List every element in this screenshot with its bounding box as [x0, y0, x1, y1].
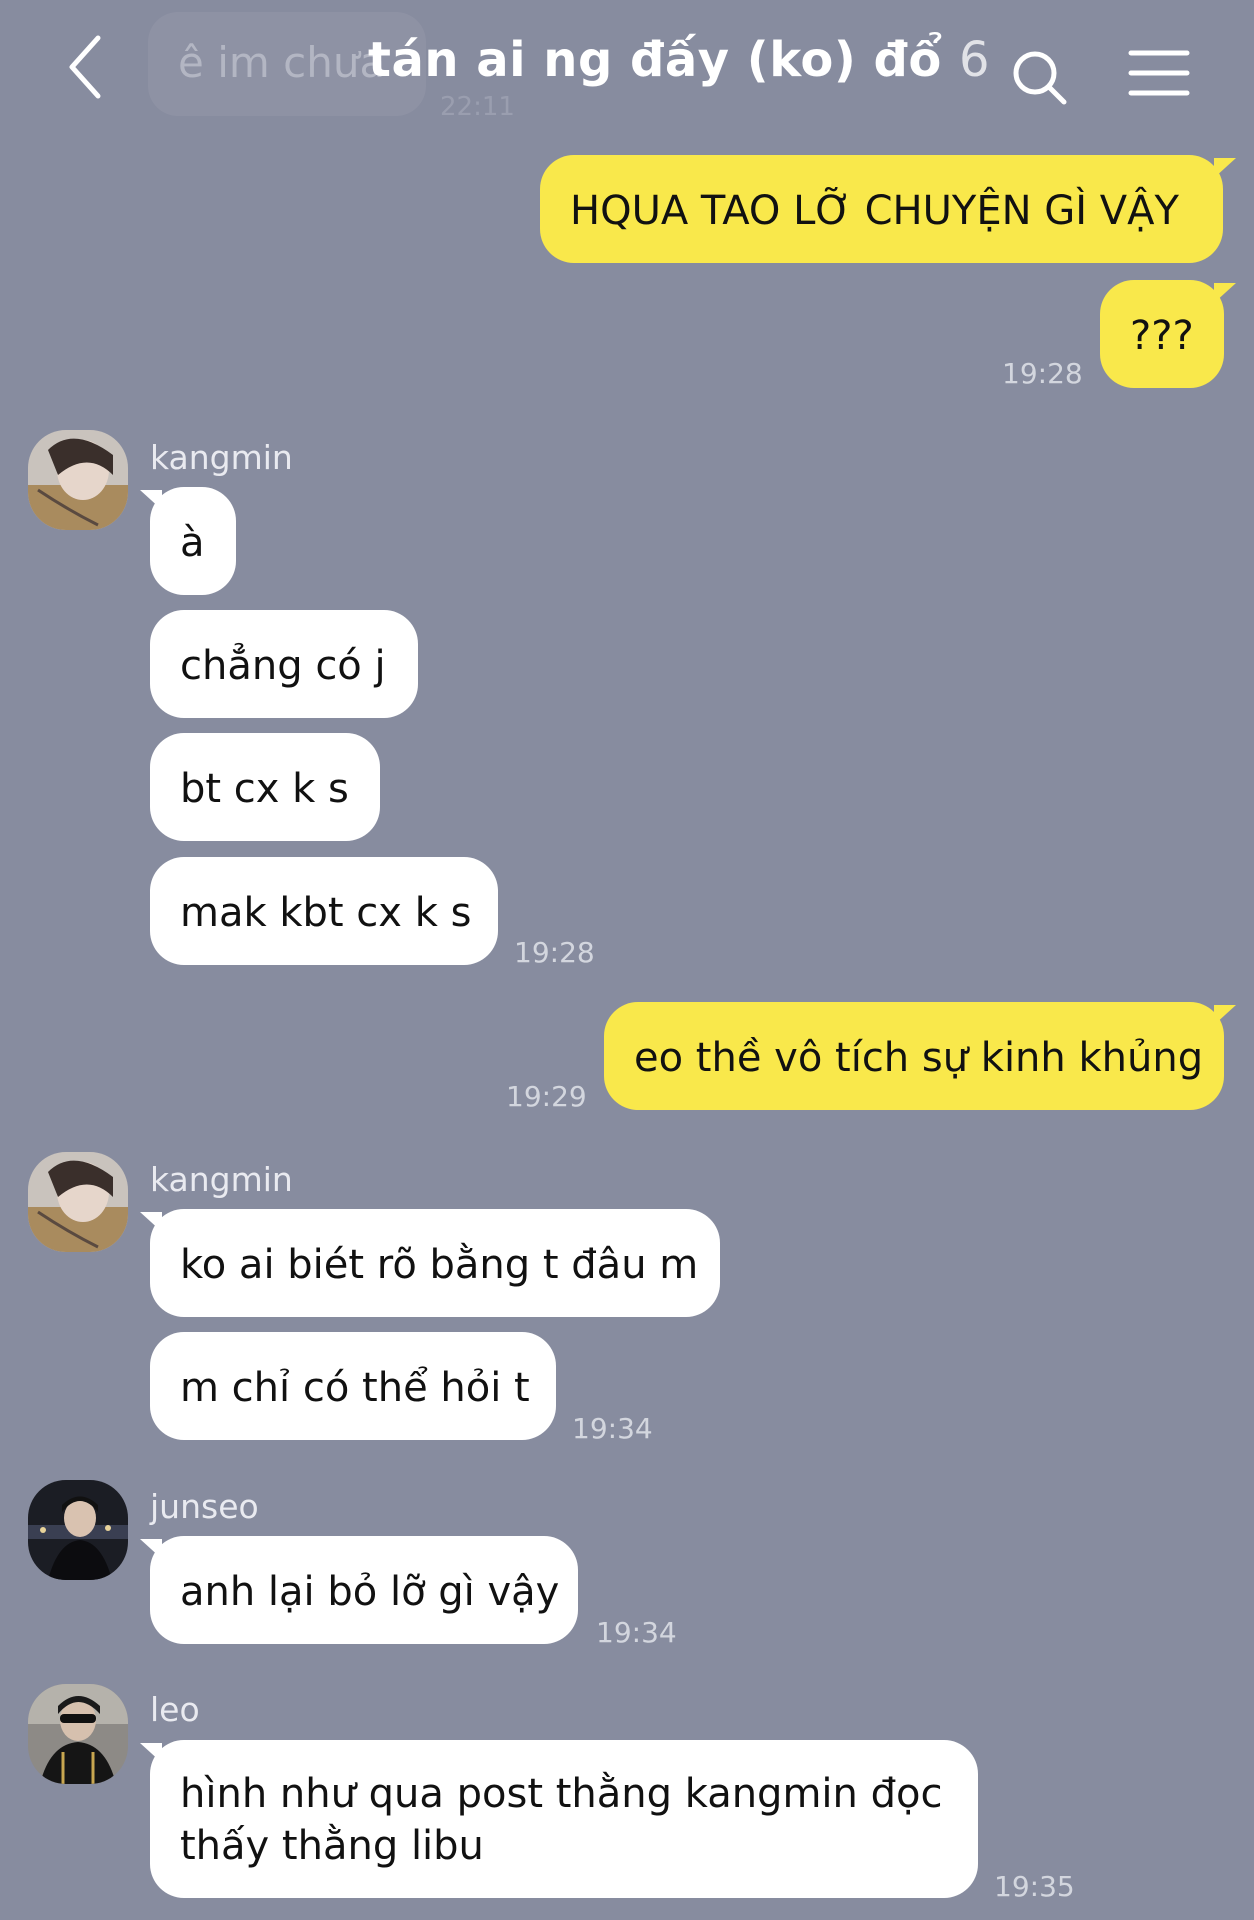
- message-time: 19:29: [506, 1080, 587, 1113]
- notification-preview-time: 22:11: [440, 92, 515, 122]
- sender-name: kangmin: [150, 1160, 293, 1199]
- sender-name: junseo: [150, 1487, 259, 1526]
- chat-title-text: tán ai ng đấy (ko) đổ: [368, 32, 942, 88]
- avatar-photo-kangmin: [28, 1152, 128, 1252]
- incoming-message[interactable]: bt cx k s: [150, 733, 380, 841]
- message-time: 19:28: [1002, 357, 1083, 390]
- incoming-message[interactable]: anh lại bỏ lỡ gì vậy: [150, 1536, 578, 1644]
- back-arrow-icon[interactable]: [62, 32, 112, 102]
- message-text: HQUA TAO LỠ CHUYỆN GÌ VẬY: [570, 188, 1179, 234]
- incoming-message[interactable]: m chỉ có thể hỏi t: [150, 1332, 556, 1440]
- message-text: à: [180, 520, 205, 566]
- outgoing-message[interactable]: ???: [1100, 280, 1224, 388]
- message-text: eo thề vô tích sự kinh khủng: [634, 1035, 1204, 1081]
- outgoing-message[interactable]: eo thề vô tích sự kinh khủng: [604, 1002, 1224, 1110]
- avatar-junseo[interactable]: [28, 1480, 128, 1580]
- sender-name: kangmin: [150, 438, 293, 477]
- avatar-photo-leo: [28, 1684, 128, 1784]
- sender-name: leo: [150, 1690, 200, 1729]
- message-time: 19:35: [994, 1870, 1075, 1903]
- avatar-kangmin[interactable]: [28, 1152, 128, 1252]
- message-text: anh lại bỏ lỡ gì vậy: [180, 1569, 560, 1615]
- message-time: 19:34: [572, 1412, 653, 1445]
- bubble-tail: [1214, 1005, 1236, 1025]
- incoming-message[interactable]: mak kbt cx k s: [150, 857, 498, 965]
- message-text: m chỉ có thể hỏi t: [180, 1365, 530, 1411]
- bubble-tail: [140, 1212, 162, 1232]
- avatar-photo-kangmin: [28, 430, 128, 530]
- incoming-message[interactable]: chẳng có j: [150, 610, 418, 718]
- message-text: ko ai biét rõ bằng t đâu m: [180, 1242, 699, 1288]
- incoming-message[interactable]: à: [150, 487, 236, 595]
- message-text: ???: [1130, 313, 1194, 359]
- incoming-message[interactable]: hình như qua post thằng kangmin đọc thấy…: [150, 1740, 978, 1898]
- bubble-tail: [1214, 158, 1236, 178]
- avatar-kangmin[interactable]: [28, 430, 128, 530]
- member-count: 6: [959, 32, 991, 88]
- avatar-photo-junseo: [28, 1480, 128, 1580]
- avatar-leo[interactable]: [28, 1684, 128, 1784]
- message-time: 19:28: [514, 936, 595, 969]
- message-time: 19:34: [596, 1616, 677, 1649]
- chat-title: tán ai ng đấy (ko) đổ 6: [368, 32, 990, 88]
- bubble-tail: [140, 490, 162, 510]
- message-text: mak kbt cx k s: [180, 890, 472, 936]
- bubble-tail: [140, 1743, 162, 1763]
- bubble-tail: [140, 1539, 162, 1559]
- notification-preview-text: ê im chưa: [178, 38, 386, 87]
- chat-header: ê im chưa 22:11 tán ai ng đấy (ko) đổ 6: [0, 0, 1254, 135]
- message-text-line-1: hình như qua post thằng kangmin đọc: [180, 1771, 943, 1817]
- message-text-line-2: thấy thằng libu: [180, 1823, 484, 1869]
- message-text: bt cx k s: [180, 766, 349, 812]
- menu-icon[interactable]: [1128, 48, 1190, 98]
- search-icon[interactable]: [1010, 48, 1070, 108]
- bubble-tail: [1214, 283, 1236, 303]
- message-text: chẳng có j: [180, 643, 386, 689]
- incoming-message[interactable]: ko ai biét rõ bằng t đâu m: [150, 1209, 720, 1317]
- outgoing-message[interactable]: HQUA TAO LỠ CHUYỆN GÌ VẬY: [540, 155, 1223, 263]
